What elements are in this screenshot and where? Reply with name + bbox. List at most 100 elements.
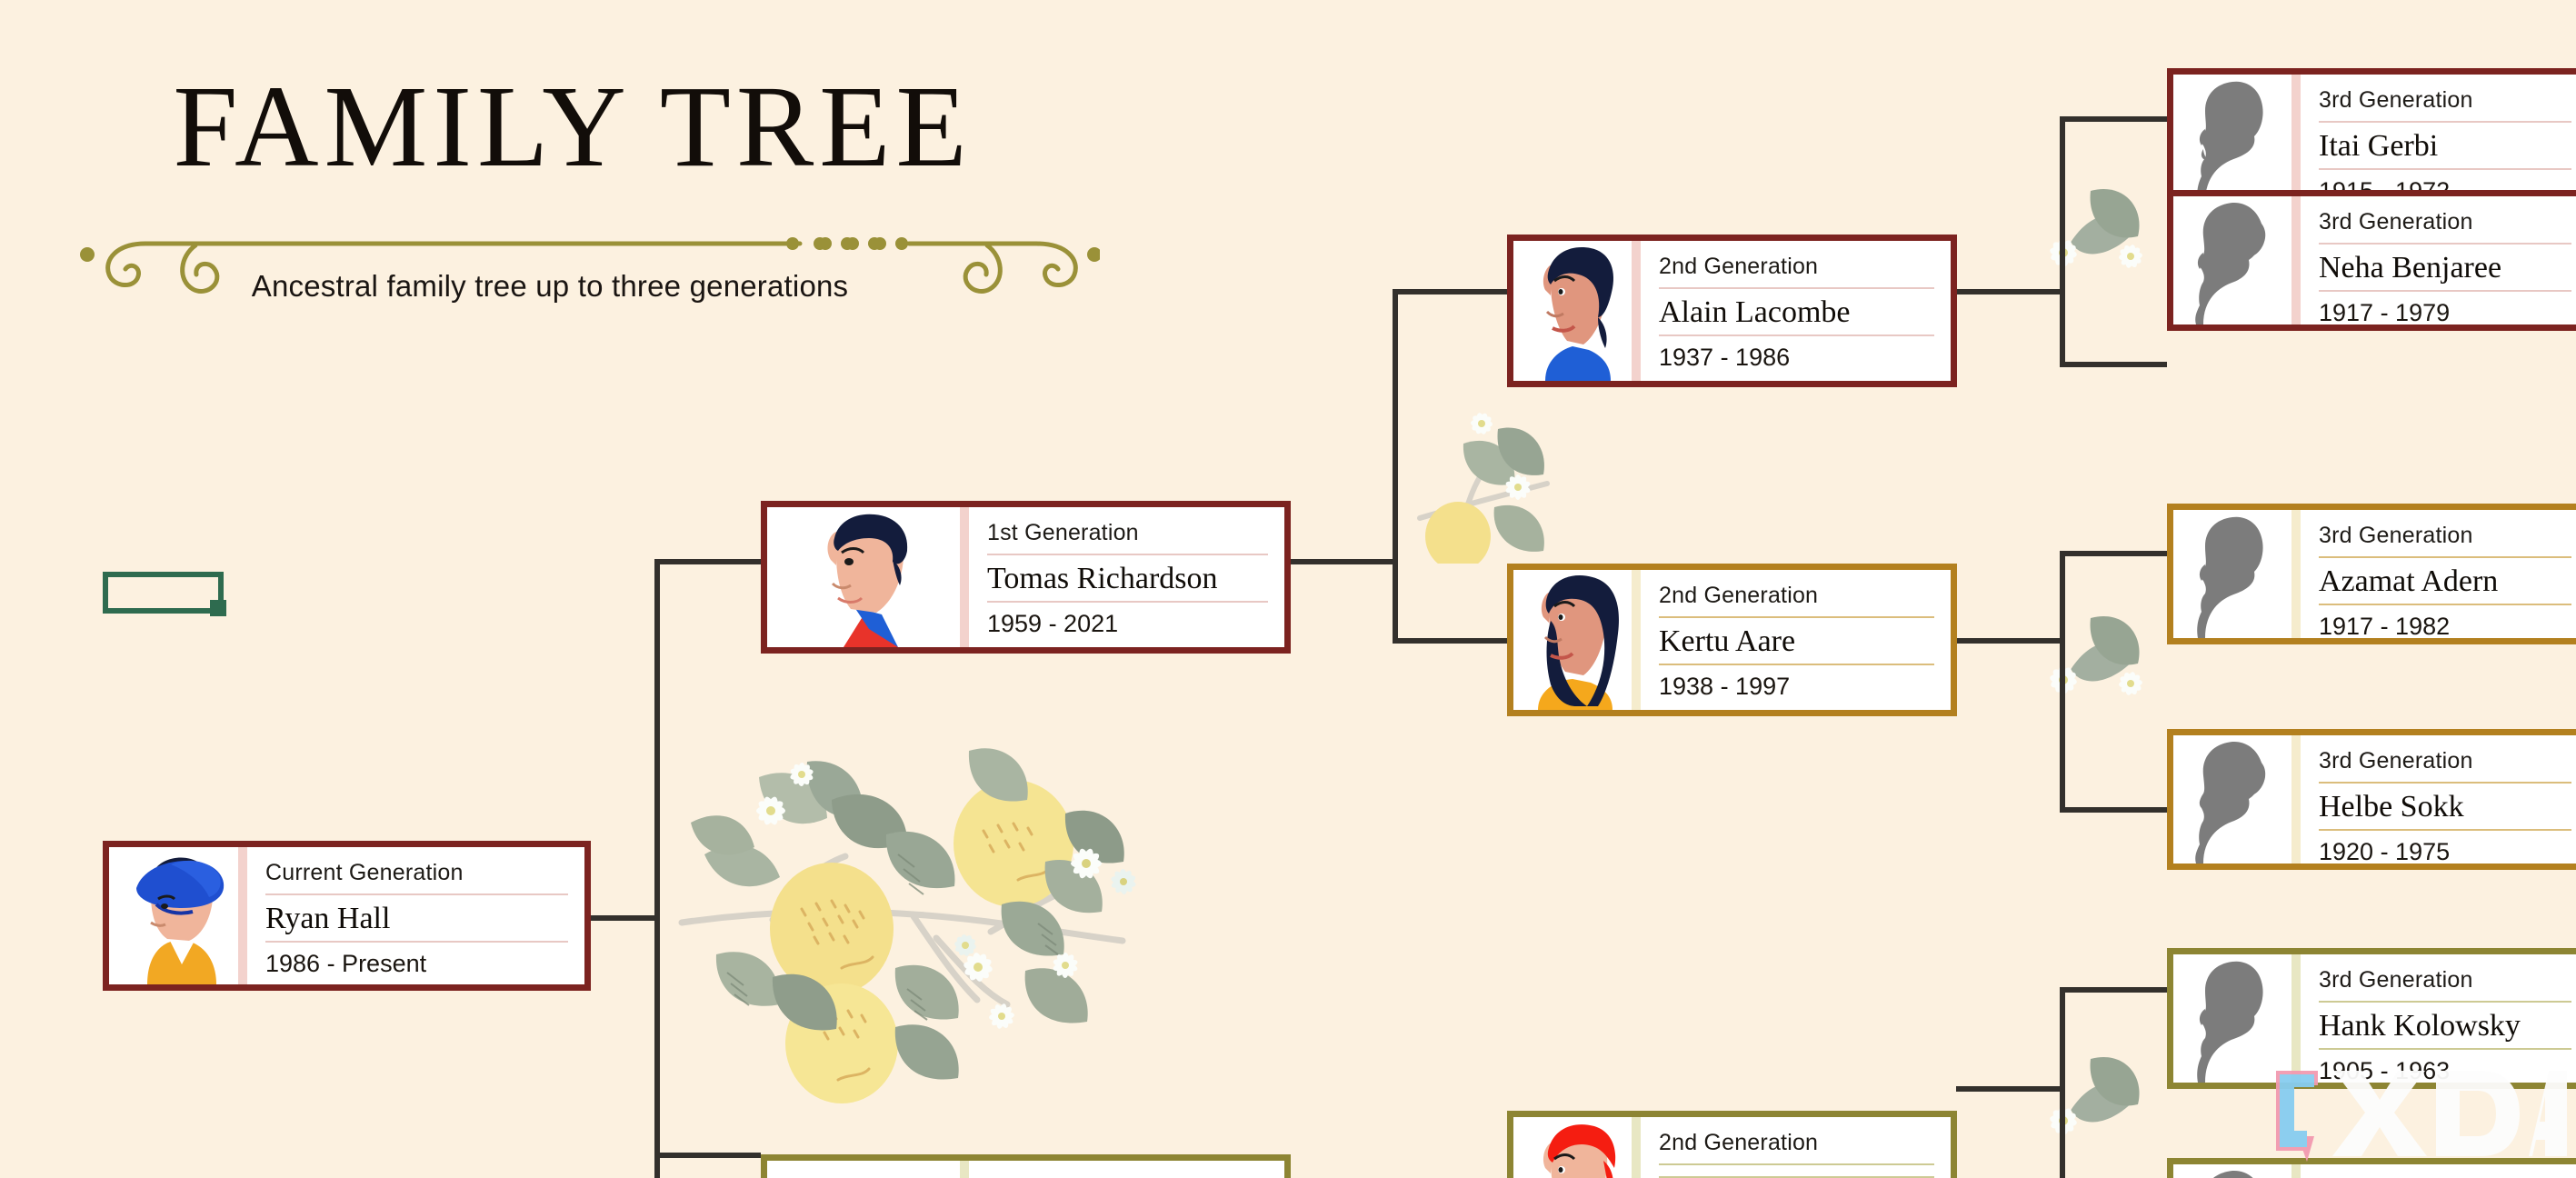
card-divider [1632,1117,1641,1178]
connector [654,1153,761,1158]
connector [2060,987,2167,993]
person-name: Ryan Hall [265,895,568,943]
person-name: Azamat Adern [2319,558,2571,605]
page-title: FAMILY TREE [173,62,973,191]
card-divider [2291,196,2301,324]
person-name: Hank Kolowsky [2319,1003,2571,1050]
connector [2060,116,2065,367]
person-dates: 1917 - 1982 [2319,613,2451,640]
person-name: Kertu Aare [1659,618,1934,665]
person-card-helbe-sokk[interactable]: 3rd Generation Helbe Sokk 1920 - 1975 [2167,729,2576,870]
card-info [969,1161,1284,1178]
avatar [2173,510,2291,638]
person-name: Itai Gerbi [2319,123,2571,170]
person-card-gen1-lower[interactable] [761,1154,1291,1178]
avatar [767,1161,960,1178]
person-card-tomas-richardson[interactable]: 1st Generation Tomas Richardson 1959 - 2… [761,501,1291,654]
person-name: Helbe Sokk [2319,784,2571,831]
generation-label: 3rd Generation [2319,967,2571,1003]
female-silhouette-icon [2180,735,2285,864]
male-silhouette-icon [2180,510,2285,638]
person-name [1659,1165,1934,1178]
connector [654,559,660,1178]
page-subtitle: Ancestral family tree up to three genera… [251,269,849,303]
person-card-gen2-c[interactable]: 2nd Generation [1507,1111,1957,1178]
generation-label: 3rd Generation [2319,523,2571,558]
person-dates: 1917 - 1979 [2319,299,2451,326]
card-divider [1632,241,1641,381]
card-info: 2nd Generation Alain Lacombe 1937 - 1986 [1641,241,1951,381]
card-info: 3rd Generation Itai Gerbi 1915 - 1972 [2301,75,2576,205]
card-divider [2291,735,2301,864]
person-dates: 1920 - 1975 [2319,838,2451,865]
person-red-hair-avatar-illustration [1520,1117,1625,1178]
resize-handle[interactable] [210,600,226,616]
connector [1393,289,1398,644]
person-card-ryan-hall[interactable]: Current Generation Ryan Hall 1986 - Pres… [103,841,591,991]
connector [2060,551,2065,813]
connector [1393,289,1507,294]
person-card-kertu-aare[interactable]: 2nd Generation Kertu Aare 1938 - 1997 [1507,564,1957,716]
generation-label: 2nd Generation [1659,1130,1934,1165]
generation-label: Current Generation [265,860,568,895]
person-name: Tomas Richardson [987,555,1268,603]
card-divider [1632,570,1641,710]
avatar [767,507,960,647]
generation-label: 2nd Generation [1659,254,1934,289]
generation-label: 3rd Generation [2319,87,2571,123]
person-card-itai-gerbi[interactable]: 3rd Generation Itai Gerbi 1915 - 1972 [2167,68,2576,209]
person-name: Neha Benjaree [2319,245,2571,292]
woman-long-hair-yellow-shirt-avatar-illustration [1520,570,1625,710]
leaf-sprig-decoration [1417,413,1550,564]
connector [654,559,761,564]
man-red-blue-shirt-avatar-illustration [791,507,936,647]
xda-watermark [2276,1071,2567,1162]
card-divider [2291,75,2301,203]
leaf-sprig-decoration [2050,188,2142,268]
generation-label: 3rd Generation [2319,209,2571,245]
avatar [109,847,238,984]
woman-short-hair-blue-shirt-avatar-illustration [1520,241,1625,381]
connector [2060,116,2167,122]
card-info: 3rd Generation Neha Benjaree 1917 - 1979 [2301,196,2576,326]
card-info: 3rd Generation Helbe Sokk 1920 - 1975 [2301,735,2576,865]
selection-rectangle[interactable] [103,572,226,616]
connector [1956,638,2065,644]
avatar [2173,735,2291,864]
connector [1393,638,1507,644]
connector [2060,987,2065,1178]
card-info: 3rd Generation Azamat Adern 1917 - 1982 [2301,510,2576,640]
person-card-neha-benjaree[interactable]: 3rd Generation Neha Benjaree 1917 - 1979 [2167,190,2576,331]
generation-label: 3rd Generation [2319,748,2571,784]
connector [2060,551,2167,556]
person-dates: 1937 - 1986 [1659,344,1791,371]
card-info: Current Generation Ryan Hall 1986 - Pres… [247,847,584,984]
connector [1956,1086,2065,1092]
avatar [2173,75,2291,203]
card-divider [2291,510,2301,638]
connector [1289,559,1398,564]
avatar [1513,241,1632,381]
connector [1956,289,2065,294]
male-silhouette-icon [2180,75,2285,203]
person-dates: 1959 - 2021 [987,610,1119,637]
card-divider [960,507,969,647]
connector [2060,362,2167,367]
avatar [1513,1117,1632,1178]
man-blue-hat-avatar-illustration [115,848,233,984]
card-divider [960,1161,969,1178]
generation-label: 1st Generation [987,520,1268,555]
avatar [1513,570,1632,710]
person-card-azamat-adern[interactable]: 3rd Generation Azamat Adern 1917 - 1982 [2167,504,2576,644]
person-dates: 1938 - 1997 [1659,673,1791,700]
leaf-sprig-decoration [2050,1056,2140,1134]
card-info: 1st Generation Tomas Richardson 1959 - 2… [969,507,1284,647]
lemon-branch-decoration [678,748,1136,1103]
card-info: 2nd Generation [1641,1117,1951,1178]
person-dates: 1986 - Present [265,950,427,977]
avatar [2173,196,2291,324]
person-card-alain-lacombe[interactable]: 2nd Generation Alain Lacombe 1937 - 1986 [1507,235,1957,387]
card-divider [238,847,247,984]
connector [2060,807,2167,813]
title-block: FAMILY TREE [0,0,1136,191]
